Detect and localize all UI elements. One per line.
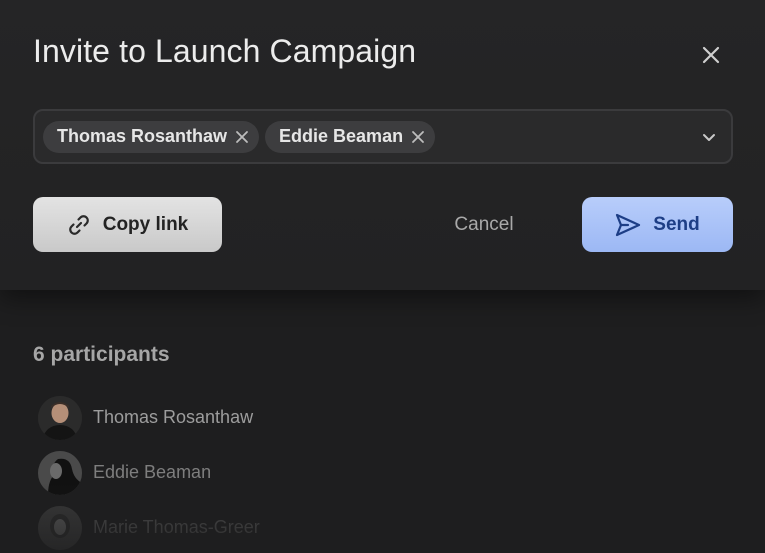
copy-link-button[interactable]: Copy link bbox=[33, 197, 222, 252]
participant-name: Thomas Rosanthaw bbox=[93, 407, 254, 427]
invitee-chip-label: Thomas Rosanthaw bbox=[57, 126, 228, 146]
participant-row[interactable]: Thomas Rosanthaw bbox=[38, 390, 538, 445]
invitee-chip-label: Eddie Beaman bbox=[279, 126, 404, 146]
avatar bbox=[38, 505, 82, 550]
paper-plane-icon bbox=[616, 213, 641, 236]
send-label: Send bbox=[653, 213, 700, 235]
invitee-search-input[interactable] bbox=[441, 111, 687, 162]
invitee-picker[interactable]: Thomas Rosanthaw Eddie Beaman bbox=[33, 109, 733, 164]
send-button[interactable]: Send bbox=[582, 197, 733, 252]
participant-row[interactable]: Marie Thomas-Greer bbox=[38, 500, 538, 553]
remove-invitee-button[interactable] bbox=[411, 130, 425, 144]
x-icon bbox=[412, 130, 424, 143]
cancel-button[interactable]: Cancel bbox=[428, 197, 540, 252]
x-icon bbox=[236, 130, 248, 143]
link-icon bbox=[68, 214, 89, 235]
participant-name: Eddie Beaman bbox=[93, 462, 212, 482]
copy-link-label: Copy link bbox=[102, 213, 189, 235]
participants-count: 6 participants bbox=[33, 343, 170, 366]
invite-panel: Invite to Launch Campaign Thomas Rosanth… bbox=[0, 0, 765, 290]
invitee-chip: Thomas Rosanthaw bbox=[43, 120, 260, 153]
participants-section: 6 participants Thomas Rosanthaw Eddie Be… bbox=[0, 290, 765, 553]
invitee-chip: Eddie Beaman bbox=[265, 120, 436, 153]
picker-dropdown-toggle[interactable] bbox=[687, 111, 731, 162]
close-icon bbox=[702, 46, 720, 64]
avatar bbox=[38, 395, 82, 440]
participant-row[interactable]: Eddie Beaman bbox=[38, 445, 538, 500]
close-button[interactable] bbox=[696, 40, 726, 70]
chevron-down-icon bbox=[703, 133, 715, 141]
avatar bbox=[38, 450, 82, 495]
participants-list: Thomas Rosanthaw Eddie Beaman Marie Thom… bbox=[38, 390, 538, 553]
dialog-title: Invite to Launch Campaign bbox=[33, 33, 417, 69]
participant-name: Marie Thomas-Greer bbox=[93, 517, 260, 537]
invite-dialog: Invite to Launch Campaign Thomas Rosanth… bbox=[0, 0, 765, 553]
remove-invitee-button[interactable] bbox=[235, 130, 249, 144]
